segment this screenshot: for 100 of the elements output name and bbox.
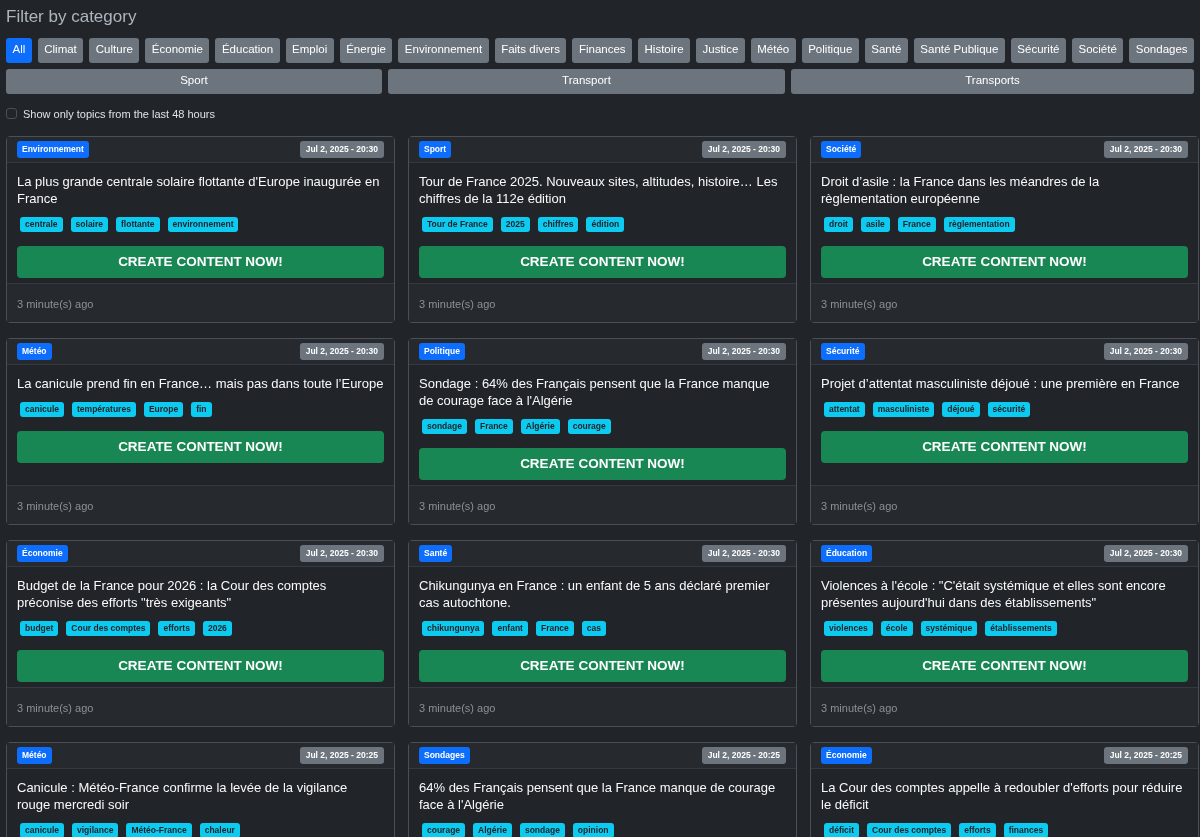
tag: Algérie (473, 823, 512, 837)
category-button[interactable]: Justice (696, 37, 745, 63)
tag: cas (581, 621, 606, 636)
category-button[interactable]: Finances (572, 37, 633, 63)
topic-title: Chikungunya en France : un enfant de 5 ans déclaré premier cas autochtone. (419, 577, 771, 611)
tag: chiffres (537, 217, 579, 232)
category-button[interactable]: Société (1072, 37, 1124, 63)
tag: canicule (20, 823, 65, 837)
tag: déjoué (942, 402, 980, 417)
time-ago: 3 minute(s) ago (821, 500, 898, 512)
tag: France (474, 419, 513, 434)
create-content-button[interactable]: CREATE CONTENT NOW! (17, 649, 384, 682)
category-button[interactable]: Météo (750, 37, 796, 63)
create-content-button[interactable]: CREATE CONTENT NOW! (17, 430, 384, 463)
topic-title: La plus grande centrale solaire flottante d'Europe inaugurée en France (17, 173, 381, 207)
topic-title: 64% des Français pensent que la France manque de courage face à l'Algérie (419, 779, 777, 813)
topic-title: Violences à l'école : "C'était systémique et elles sont encore présentes aujourd'hui dans des établissements" (821, 577, 1167, 611)
category-button[interactable]: Santé (864, 37, 908, 63)
category-button[interactable]: Climat (37, 37, 84, 63)
date-badge: Jul 2, 2025 - 20:30 (1103, 545, 1188, 562)
tag: masculiniste (872, 402, 935, 417)
tag: opinion (572, 823, 614, 837)
tag: école (880, 621, 913, 636)
tag: finances (1003, 823, 1049, 837)
category-button[interactable]: Économie (145, 37, 210, 63)
tag: règlementation (943, 217, 1015, 232)
tag: courage (567, 419, 611, 434)
tag: budget (20, 621, 59, 636)
category-badge: Santé (419, 545, 453, 562)
category-badge: Environnement (17, 141, 89, 158)
category-button[interactable]: Sécurité (1010, 37, 1066, 63)
tag: Météo-France (126, 823, 192, 837)
tag: enfant (492, 621, 528, 636)
time-ago: 3 minute(s) ago (419, 298, 496, 310)
category-button[interactable]: Sport (6, 68, 382, 94)
category-badge: Économie (821, 747, 872, 764)
topic-title: La Cour des comptes appelle à redoubler d'efforts pour réduire le déficit (821, 779, 1184, 813)
category-button[interactable]: Santé Publique (913, 37, 1005, 63)
date-badge: Jul 2, 2025 - 20:25 (1103, 747, 1188, 764)
tag: environnement (167, 217, 239, 232)
date-badge: Jul 2, 2025 - 20:30 (1103, 343, 1188, 360)
time-ago: 3 minute(s) ago (17, 702, 94, 714)
time-ago: 3 minute(s) ago (419, 702, 496, 714)
time-ago: 3 minute(s) ago (419, 500, 496, 512)
create-content-button[interactable]: CREATE CONTENT NOW! (17, 245, 384, 278)
checkbox[interactable] (6, 108, 17, 120)
category-button[interactable]: Histoire (638, 37, 690, 63)
category-button[interactable]: All (6, 37, 32, 63)
tag: efforts (158, 621, 195, 636)
tag: Cour des comptes (66, 621, 151, 636)
topic-title: Droit d’asile : la France dans les méandres de la règlementation européenne (821, 173, 1101, 207)
tag: droit (824, 217, 853, 232)
tag: asile (860, 217, 890, 232)
category-button[interactable]: Culture (89, 37, 140, 63)
tag: Cour des comptes (867, 823, 952, 837)
tag: températures (72, 402, 136, 417)
date-badge: Jul 2, 2025 - 20:25 (701, 747, 786, 764)
topic-title: Canicule : Météo-France confirme la levée de la vigilance rouge mercredi soir (17, 779, 349, 813)
topic-title: Sondage : 64% des Français pensent que la France manque de courage face à l'Algérie (419, 375, 771, 409)
category-badge: Météo (17, 343, 52, 360)
category-button[interactable]: Éducation (215, 37, 280, 63)
tag: canicule (20, 402, 65, 417)
create-content-button[interactable]: CREATE CONTENT NOW! (821, 430, 1188, 463)
category-button[interactable]: Transports (791, 68, 1194, 94)
tag: chaleur (199, 823, 240, 837)
category-button[interactable]: Faits divers (494, 37, 567, 63)
create-content-button[interactable]: CREATE CONTENT NOW! (419, 649, 786, 682)
topic-title: Tour de France 2025. Nouveaux sites, altitudes, histoire… Les chiffres de la 112e édition (419, 173, 779, 207)
tag: flottante (116, 217, 160, 232)
topic-title: Budget de la France pour 2026 : la Cour des comptes préconise des efforts "très exigeants" (17, 577, 328, 611)
create-content-button[interactable]: CREATE CONTENT NOW! (419, 447, 786, 480)
time-ago: 3 minute(s) ago (821, 298, 898, 310)
category-button[interactable]: Énergie (339, 37, 393, 63)
date-badge: Jul 2, 2025 - 20:25 (299, 747, 384, 764)
date-badge: Jul 2, 2025 - 20:30 (701, 343, 786, 360)
tag: Tour de France (422, 217, 493, 232)
tag: chikungunya (422, 621, 485, 636)
category-button[interactable]: Sondages (1129, 37, 1195, 63)
tag: France (897, 217, 936, 232)
date-badge: Jul 2, 2025 - 20:30 (701, 545, 786, 562)
category-badge: Économie (17, 545, 68, 562)
create-content-button[interactable]: CREATE CONTENT NOW! (821, 649, 1188, 682)
tag: France (535, 621, 574, 636)
tag: édition (586, 217, 625, 232)
category-button[interactable]: Transport (387, 68, 786, 94)
create-content-button[interactable]: CREATE CONTENT NOW! (419, 245, 786, 278)
topic-title: La canicule prend fin en France… mais pas dans toute l’Europe (17, 375, 384, 392)
category-button[interactable]: Emploi (285, 37, 334, 63)
category-button[interactable]: Politique (801, 37, 859, 63)
checkbox-label: Show only topics from the last 48 hours (23, 106, 215, 122)
create-content-button[interactable]: CREATE CONTENT NOW! (821, 245, 1188, 278)
tag: établissements (985, 621, 1057, 636)
tag: Europe (143, 402, 184, 417)
topic-title: Projet d’attentat masculiniste déjoué : une première en France (821, 375, 1181, 392)
tag: centrale (20, 217, 63, 232)
tag: vigilance (72, 823, 119, 837)
category-button[interactable]: Environnement (398, 37, 489, 63)
category-badge: Sécurité (821, 343, 865, 360)
tag: attentat (824, 402, 865, 417)
filter-heading: Filter by category (6, 6, 137, 28)
